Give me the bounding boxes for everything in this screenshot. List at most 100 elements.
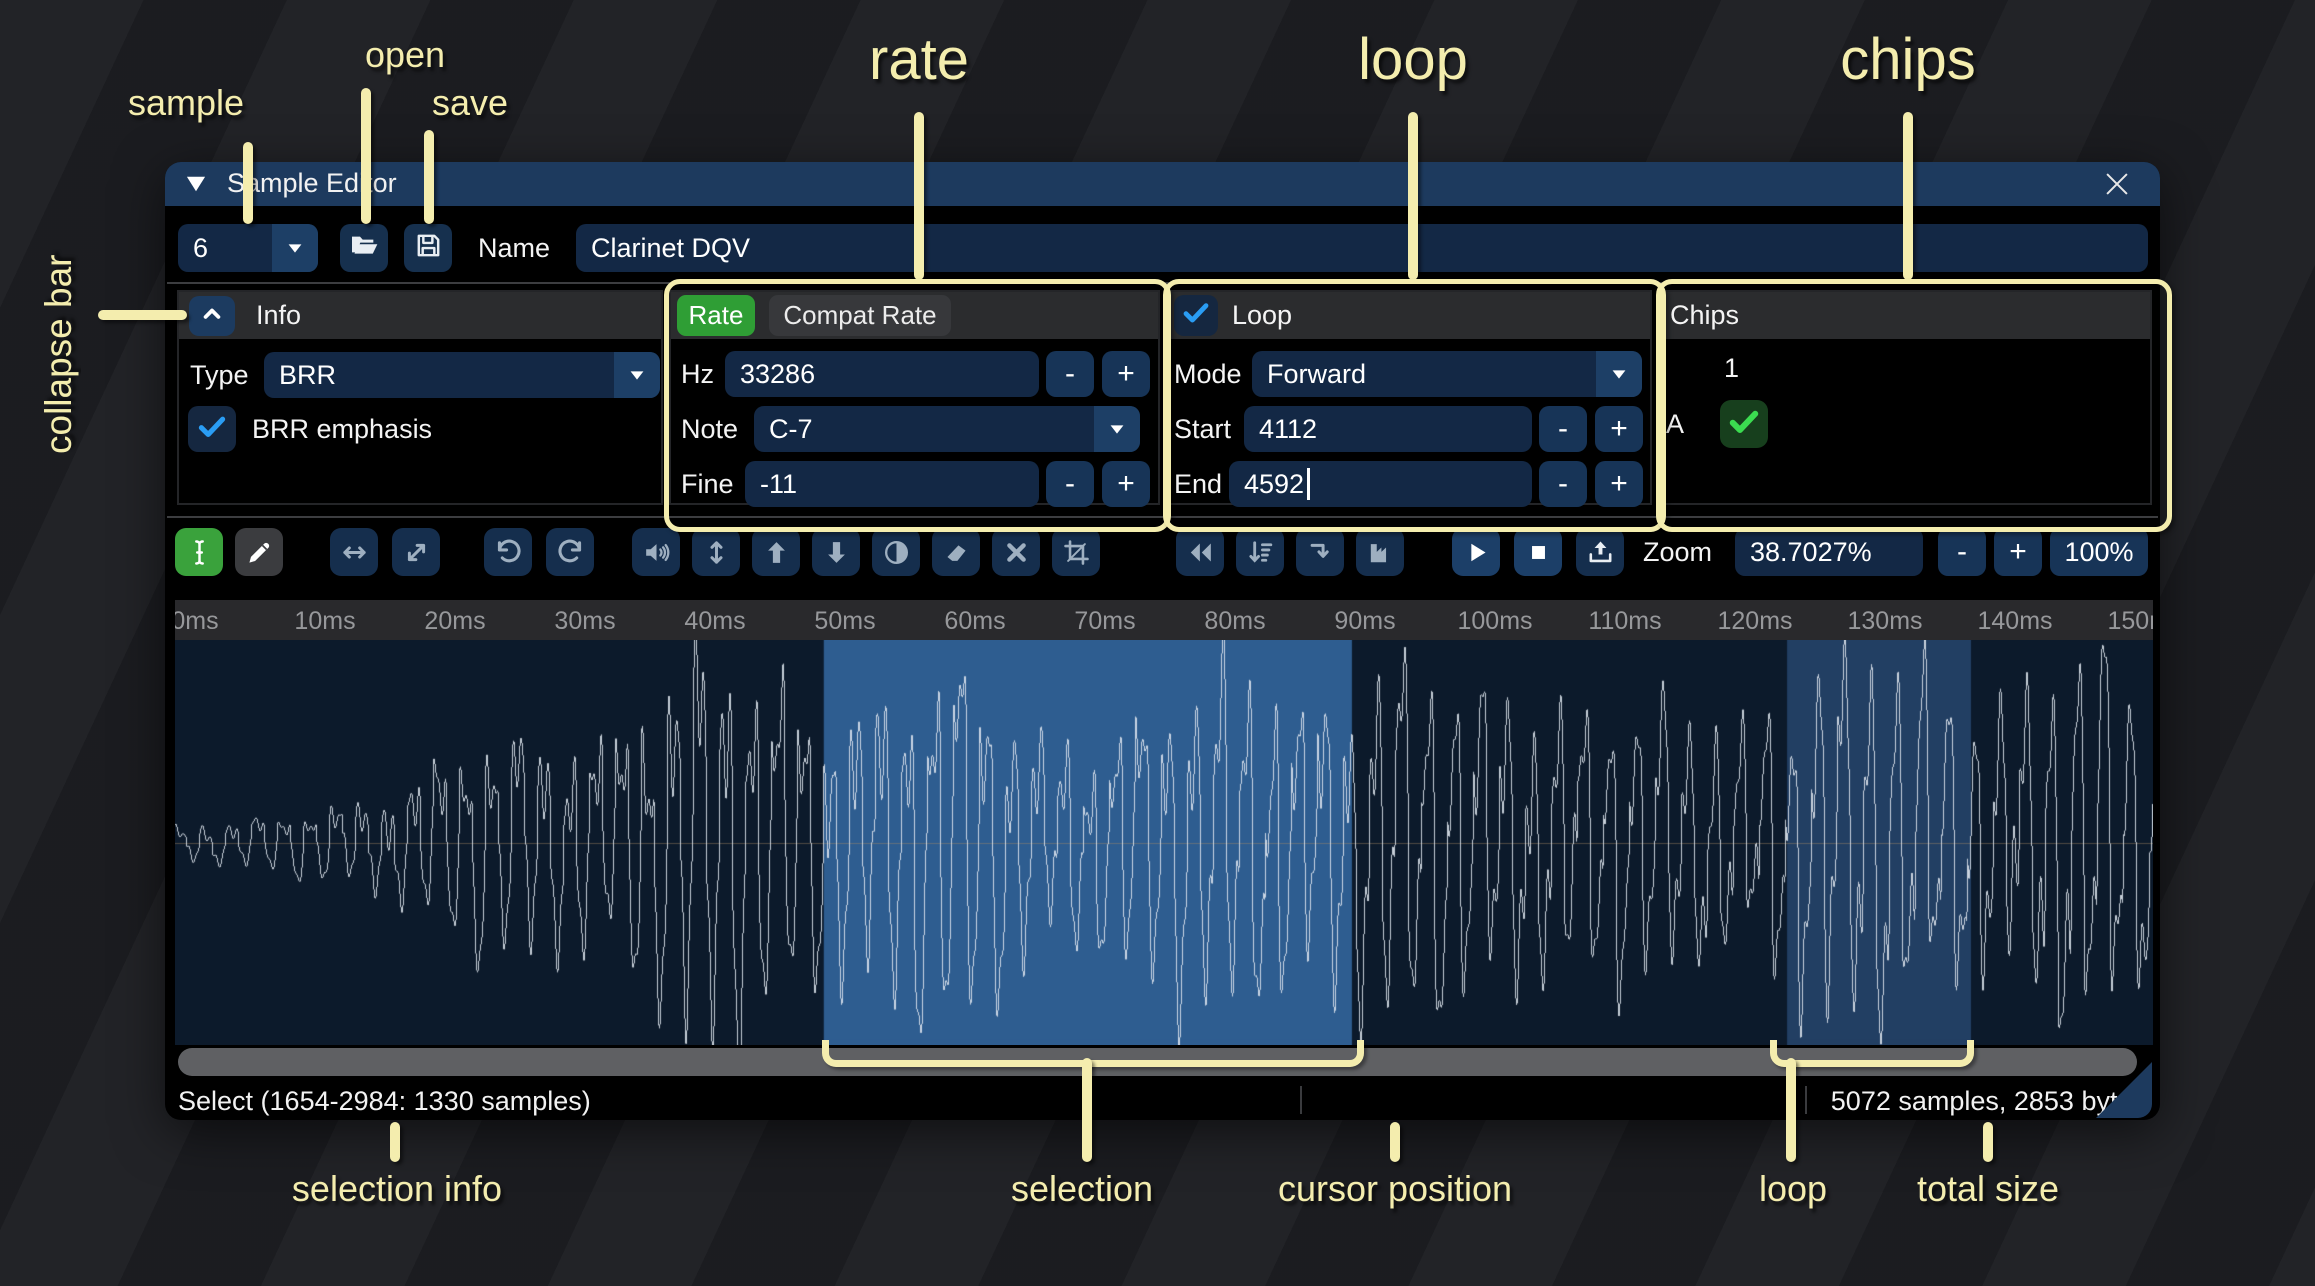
time-ruler: 0ms 10ms 20ms 30ms 40ms 50ms 60ms 70ms 80ms 90ms 1…: [175, 600, 2153, 640]
chevron-up-icon: [198, 300, 226, 333]
silence-icon: [941, 537, 972, 568]
brr-emphasis-checkbox[interactable]: [188, 406, 236, 452]
annotation-loop: loop: [1358, 27, 1468, 92]
resize-vertical-button[interactable]: [692, 528, 740, 576]
ruler-label: 90ms: [1334, 607, 1396, 635]
ruler-label: 80ms: [1204, 607, 1266, 635]
annotation-collapse-bar: collapse bar: [38, 254, 79, 454]
stop-icon: [1523, 537, 1554, 568]
shift-down-button[interactable]: [812, 528, 860, 576]
checkmark-icon: [195, 410, 229, 449]
info-collapse-button[interactable]: [189, 296, 235, 336]
folder-open-icon: [348, 230, 380, 267]
annotation-line-loop: [1408, 112, 1418, 280]
silence-button[interactable]: [932, 528, 980, 576]
annotation-rate: rate: [869, 27, 969, 92]
undo-button[interactable]: [484, 528, 532, 576]
annotation-line-sample: [243, 142, 253, 224]
ruler-label: 30ms: [554, 607, 616, 635]
annotation-open: open: [364, 34, 446, 75]
ruler-label: 60ms: [944, 607, 1006, 635]
delete-icon: [1001, 537, 1032, 568]
play-icon: [1461, 537, 1492, 568]
play-button[interactable]: [1452, 528, 1500, 576]
ruler-label: 110ms: [1588, 607, 1662, 635]
sample-select[interactable]: 6: [178, 224, 318, 272]
ruler-label: 20ms: [424, 607, 486, 635]
screenshot-root: Sample Editor 6 Name Clarinet DQV Info T…: [0, 0, 2315, 1286]
export-button[interactable]: [1576, 528, 1624, 576]
waveform-display[interactable]: [175, 640, 2153, 1045]
resize-free-button[interactable]: [392, 528, 440, 576]
resize-free-icon: [401, 537, 432, 568]
redo-icon: [555, 537, 586, 568]
type-label: Type: [190, 359, 249, 390]
ruler-label: 50ms: [814, 607, 876, 635]
type-select[interactable]: BRR: [264, 352, 660, 398]
export-icon: [1585, 537, 1616, 568]
ruler-label: 0ms: [175, 607, 219, 635]
trim-button[interactable]: [1052, 528, 1100, 576]
insert-button[interactable]: [1296, 528, 1344, 576]
delete-button[interactable]: [992, 528, 1040, 576]
annotation-line-save: [424, 130, 434, 224]
resize-horizontal-icon: [339, 537, 370, 568]
stop-button[interactable]: [1514, 528, 1562, 576]
draw-tool-button[interactable]: [235, 528, 283, 576]
select-tool-button[interactable]: [175, 528, 223, 576]
resample-button[interactable]: [1356, 528, 1404, 576]
close-icon[interactable]: [2097, 166, 2137, 202]
name-label: Name: [478, 232, 551, 263]
annotation-box-rate: [664, 279, 1171, 532]
annotation-save: save: [431, 82, 509, 123]
invert-button[interactable]: [872, 528, 920, 576]
annotation-bracket-loop: [1770, 1040, 1974, 1067]
annotation-box-chips: [1656, 279, 2172, 532]
name-value: Clarinet DQV: [591, 232, 751, 263]
resize-vertical-icon: [701, 537, 732, 568]
annotation-line-selection: [1082, 1058, 1092, 1162]
chevron-down-icon: [614, 352, 660, 398]
save-button[interactable]: [404, 224, 452, 272]
annotation-box-loop: [1163, 279, 1666, 532]
shift-up-button[interactable]: [752, 528, 800, 576]
annotation-chips: chips: [1840, 27, 1976, 92]
annotation-selection: selection: [1010, 1168, 1154, 1209]
resample-icon: [1365, 537, 1396, 568]
ruler-label: 130ms: [1847, 607, 1923, 635]
annotation-line-selection-info: [390, 1122, 400, 1162]
annotation-line-chips: [1903, 112, 1913, 280]
resize-horizontal-button[interactable]: [330, 528, 378, 576]
zoom-reset-button[interactable]: 100%: [2050, 528, 2148, 576]
insert-icon: [1305, 537, 1336, 568]
zoom-value: 38.7027%: [1750, 536, 1872, 567]
draw-tool-icon: [244, 537, 275, 568]
titlebar: Sample Editor: [165, 162, 2160, 206]
redo-button[interactable]: [546, 528, 594, 576]
info-panel: Info Type BRR BRR emphasis: [177, 290, 663, 505]
ruler-label: 10ms: [294, 607, 356, 635]
annotation-line-cursor-position: [1390, 1122, 1400, 1162]
type-select-value: BRR: [279, 359, 337, 390]
selection-info-status: Select (1654-2984: 1330 samples): [178, 1086, 591, 1116]
zoom-label: Zoom: [1643, 536, 1713, 567]
amplify-icon: [641, 537, 672, 568]
shift-up-icon: [761, 537, 792, 568]
zoom-in-button[interactable]: +: [1994, 528, 2042, 576]
annotation-line-collapse-bar: [98, 310, 187, 320]
open-button[interactable]: [340, 224, 388, 272]
ruler-label: 140ms: [1977, 607, 2053, 635]
zoom-out-button[interactable]: -: [1938, 528, 1986, 576]
window-collapse-icon[interactable]: [185, 174, 207, 199]
trim-icon: [1061, 537, 1092, 568]
ruler-label: 70ms: [1074, 607, 1136, 635]
amplify-button[interactable]: [632, 528, 680, 576]
zoom-input[interactable]: 38.7027%: [1735, 528, 1923, 576]
downsample-button[interactable]: [1236, 528, 1284, 576]
shift-down-icon: [821, 537, 852, 568]
annotation-bracket-selection: [822, 1040, 1364, 1067]
undo-icon: [493, 537, 524, 568]
brr-emphasis-label: BRR emphasis: [252, 413, 433, 444]
skip-to-start-icon: [1185, 537, 1216, 568]
skip-to-start-button[interactable]: [1176, 528, 1224, 576]
